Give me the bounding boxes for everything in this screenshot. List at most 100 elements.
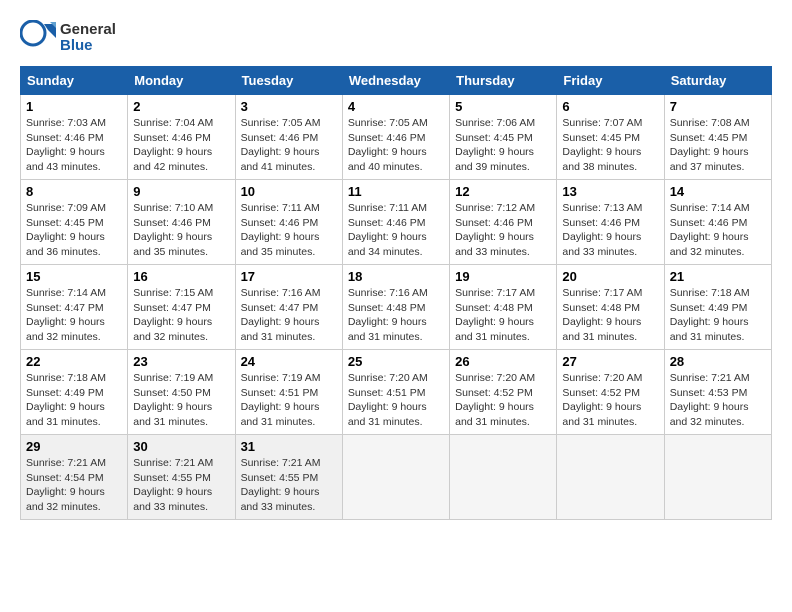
day-info: Sunrise: 7:10 AM Sunset: 4:46 PM Dayligh… — [133, 201, 229, 260]
day-number: 10 — [241, 184, 337, 199]
day-info: Sunrise: 7:16 AM Sunset: 4:48 PM Dayligh… — [348, 286, 444, 345]
calendar: SundayMondayTuesdayWednesdayThursdayFrid… — [20, 66, 772, 520]
day-cell-26: 26 Sunrise: 7:20 AM Sunset: 4:52 PM Dayl… — [450, 350, 557, 435]
day-number: 8 — [26, 184, 122, 199]
day-number: 4 — [348, 99, 444, 114]
day-number: 17 — [241, 269, 337, 284]
day-cell-22: 22 Sunrise: 7:18 AM Sunset: 4:49 PM Dayl… — [21, 350, 128, 435]
day-info: Sunrise: 7:12 AM Sunset: 4:46 PM Dayligh… — [455, 201, 551, 260]
day-cell-8: 8 Sunrise: 7:09 AM Sunset: 4:45 PM Dayli… — [21, 180, 128, 265]
day-cell-13: 13 Sunrise: 7:13 AM Sunset: 4:46 PM Dayl… — [557, 180, 664, 265]
day-info: Sunrise: 7:11 AM Sunset: 4:46 PM Dayligh… — [348, 201, 444, 260]
day-info: Sunrise: 7:21 AM Sunset: 4:53 PM Dayligh… — [670, 371, 766, 430]
day-info: Sunrise: 7:15 AM Sunset: 4:47 PM Dayligh… — [133, 286, 229, 345]
day-info: Sunrise: 7:20 AM Sunset: 4:52 PM Dayligh… — [562, 371, 658, 430]
week-row-5: 29 Sunrise: 7:21 AM Sunset: 4:54 PM Dayl… — [21, 435, 772, 520]
logo-blue: Blue — [60, 38, 116, 55]
day-number: 16 — [133, 269, 229, 284]
day-info: Sunrise: 7:18 AM Sunset: 4:49 PM Dayligh… — [670, 286, 766, 345]
day-number: 2 — [133, 99, 229, 114]
day-number: 12 — [455, 184, 551, 199]
empty-cell — [342, 435, 449, 520]
day-cell-23: 23 Sunrise: 7:19 AM Sunset: 4:50 PM Dayl… — [128, 350, 235, 435]
day-info: Sunrise: 7:17 AM Sunset: 4:48 PM Dayligh… — [455, 286, 551, 345]
day-cell-10: 10 Sunrise: 7:11 AM Sunset: 4:46 PM Dayl… — [235, 180, 342, 265]
day-cell-7: 7 Sunrise: 7:08 AM Sunset: 4:45 PM Dayli… — [664, 95, 771, 180]
day-info: Sunrise: 7:21 AM Sunset: 4:55 PM Dayligh… — [241, 456, 337, 515]
day-cell-3: 3 Sunrise: 7:05 AM Sunset: 4:46 PM Dayli… — [235, 95, 342, 180]
week-row-1: 1 Sunrise: 7:03 AM Sunset: 4:46 PM Dayli… — [21, 95, 772, 180]
day-cell-6: 6 Sunrise: 7:07 AM Sunset: 4:45 PM Dayli… — [557, 95, 664, 180]
day-cell-5: 5 Sunrise: 7:06 AM Sunset: 4:45 PM Dayli… — [450, 95, 557, 180]
day-cell-21: 21 Sunrise: 7:18 AM Sunset: 4:49 PM Dayl… — [664, 265, 771, 350]
day-info: Sunrise: 7:16 AM Sunset: 4:47 PM Dayligh… — [241, 286, 337, 345]
day-info: Sunrise: 7:05 AM Sunset: 4:46 PM Dayligh… — [241, 116, 337, 175]
day-number: 21 — [670, 269, 766, 284]
day-cell-31: 31 Sunrise: 7:21 AM Sunset: 4:55 PM Dayl… — [235, 435, 342, 520]
day-info: Sunrise: 7:21 AM Sunset: 4:55 PM Dayligh… — [133, 456, 229, 515]
week-row-4: 22 Sunrise: 7:18 AM Sunset: 4:49 PM Dayl… — [21, 350, 772, 435]
day-cell-15: 15 Sunrise: 7:14 AM Sunset: 4:47 PM Dayl… — [21, 265, 128, 350]
day-info: Sunrise: 7:18 AM Sunset: 4:49 PM Dayligh… — [26, 371, 122, 430]
day-cell-30: 30 Sunrise: 7:21 AM Sunset: 4:55 PM Dayl… — [128, 435, 235, 520]
day-info: Sunrise: 7:11 AM Sunset: 4:46 PM Dayligh… — [241, 201, 337, 260]
day-cell-19: 19 Sunrise: 7:17 AM Sunset: 4:48 PM Dayl… — [450, 265, 557, 350]
day-number: 7 — [670, 99, 766, 114]
empty-cell — [450, 435, 557, 520]
day-info: Sunrise: 7:06 AM Sunset: 4:45 PM Dayligh… — [455, 116, 551, 175]
day-number: 24 — [241, 354, 337, 369]
logo: General Blue — [20, 20, 116, 56]
day-info: Sunrise: 7:19 AM Sunset: 4:51 PM Dayligh… — [241, 371, 337, 430]
day-number: 27 — [562, 354, 658, 369]
empty-cell — [664, 435, 771, 520]
day-info: Sunrise: 7:04 AM Sunset: 4:46 PM Dayligh… — [133, 116, 229, 175]
empty-cell — [557, 435, 664, 520]
weekday-header-wednesday: Wednesday — [342, 67, 449, 95]
day-number: 31 — [241, 439, 337, 454]
day-info: Sunrise: 7:14 AM Sunset: 4:47 PM Dayligh… — [26, 286, 122, 345]
day-info: Sunrise: 7:21 AM Sunset: 4:54 PM Dayligh… — [26, 456, 122, 515]
day-number: 30 — [133, 439, 229, 454]
weekday-header-row: SundayMondayTuesdayWednesdayThursdayFrid… — [21, 67, 772, 95]
logo-general: General — [60, 22, 116, 39]
weekday-header-tuesday: Tuesday — [235, 67, 342, 95]
day-info: Sunrise: 7:03 AM Sunset: 4:46 PM Dayligh… — [26, 116, 122, 175]
day-info: Sunrise: 7:20 AM Sunset: 4:51 PM Dayligh… — [348, 371, 444, 430]
day-cell-14: 14 Sunrise: 7:14 AM Sunset: 4:46 PM Dayl… — [664, 180, 771, 265]
day-cell-9: 9 Sunrise: 7:10 AM Sunset: 4:46 PM Dayli… — [128, 180, 235, 265]
day-number: 26 — [455, 354, 551, 369]
day-number: 25 — [348, 354, 444, 369]
day-info: Sunrise: 7:19 AM Sunset: 4:50 PM Dayligh… — [133, 371, 229, 430]
day-cell-1: 1 Sunrise: 7:03 AM Sunset: 4:46 PM Dayli… — [21, 95, 128, 180]
day-cell-4: 4 Sunrise: 7:05 AM Sunset: 4:46 PM Dayli… — [342, 95, 449, 180]
day-info: Sunrise: 7:20 AM Sunset: 4:52 PM Dayligh… — [455, 371, 551, 430]
day-number: 19 — [455, 269, 551, 284]
day-number: 28 — [670, 354, 766, 369]
logo-svg — [20, 20, 56, 56]
day-number: 20 — [562, 269, 658, 284]
weekday-header-sunday: Sunday — [21, 67, 128, 95]
day-info: Sunrise: 7:13 AM Sunset: 4:46 PM Dayligh… — [562, 201, 658, 260]
day-number: 22 — [26, 354, 122, 369]
day-info: Sunrise: 7:07 AM Sunset: 4:45 PM Dayligh… — [562, 116, 658, 175]
day-cell-24: 24 Sunrise: 7:19 AM Sunset: 4:51 PM Dayl… — [235, 350, 342, 435]
day-number: 1 — [26, 99, 122, 114]
day-cell-20: 20 Sunrise: 7:17 AM Sunset: 4:48 PM Dayl… — [557, 265, 664, 350]
day-number: 3 — [241, 99, 337, 114]
week-row-2: 8 Sunrise: 7:09 AM Sunset: 4:45 PM Dayli… — [21, 180, 772, 265]
week-row-3: 15 Sunrise: 7:14 AM Sunset: 4:47 PM Dayl… — [21, 265, 772, 350]
day-info: Sunrise: 7:14 AM Sunset: 4:46 PM Dayligh… — [670, 201, 766, 260]
day-info: Sunrise: 7:08 AM Sunset: 4:45 PM Dayligh… — [670, 116, 766, 175]
day-cell-11: 11 Sunrise: 7:11 AM Sunset: 4:46 PM Dayl… — [342, 180, 449, 265]
day-number: 15 — [26, 269, 122, 284]
day-cell-18: 18 Sunrise: 7:16 AM Sunset: 4:48 PM Dayl… — [342, 265, 449, 350]
day-cell-29: 29 Sunrise: 7:21 AM Sunset: 4:54 PM Dayl… — [21, 435, 128, 520]
day-number: 11 — [348, 184, 444, 199]
day-info: Sunrise: 7:17 AM Sunset: 4:48 PM Dayligh… — [562, 286, 658, 345]
day-cell-12: 12 Sunrise: 7:12 AM Sunset: 4:46 PM Dayl… — [450, 180, 557, 265]
day-cell-27: 27 Sunrise: 7:20 AM Sunset: 4:52 PM Dayl… — [557, 350, 664, 435]
day-number: 6 — [562, 99, 658, 114]
weekday-header-monday: Monday — [128, 67, 235, 95]
day-number: 23 — [133, 354, 229, 369]
header: General Blue — [20, 20, 772, 56]
